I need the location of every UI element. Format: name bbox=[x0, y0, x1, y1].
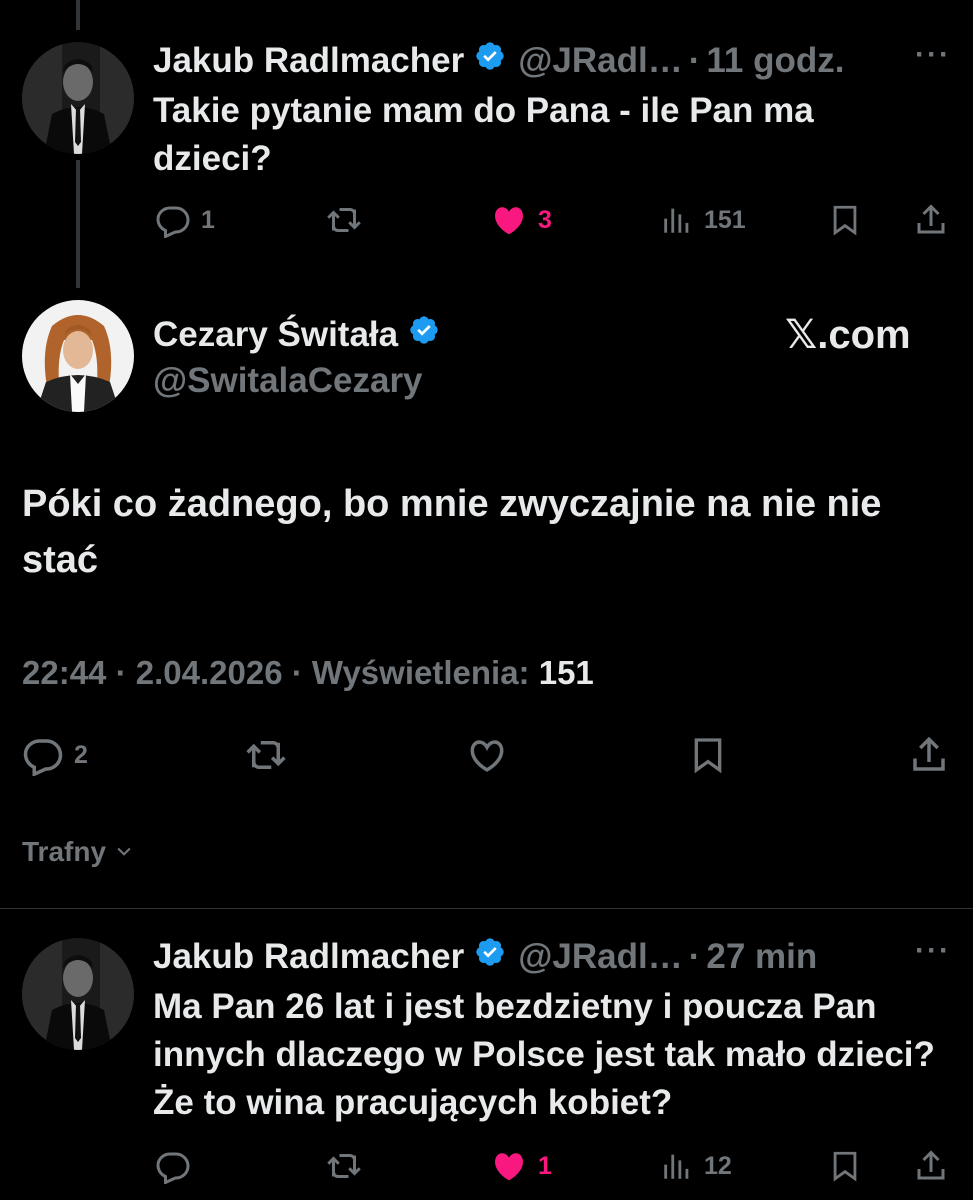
reply-icon bbox=[155, 1148, 191, 1184]
share-button[interactable] bbox=[913, 1148, 949, 1184]
repost-button[interactable] bbox=[325, 202, 363, 238]
views-count: 151 bbox=[538, 654, 594, 691]
author-name[interactable]: Cezary Świtała bbox=[153, 315, 398, 355]
verified-badge-icon bbox=[408, 314, 440, 355]
divider bbox=[0, 908, 973, 909]
views-button[interactable]: 151 bbox=[660, 202, 746, 238]
tweet1-actions: 1 3 151 bbox=[0, 200, 973, 244]
like-button[interactable] bbox=[465, 734, 509, 776]
like-button[interactable]: 1 bbox=[490, 1148, 552, 1184]
reply-count: 1 bbox=[201, 205, 215, 234]
heart-filled-icon bbox=[490, 202, 528, 238]
tweet1-header: Jakub Radlmacher @JRadl… · 11 godz. bbox=[153, 40, 844, 81]
repost-button[interactable] bbox=[325, 1148, 363, 1184]
tweet2-header: Jakub Radlmacher @JRadl… · 27 min bbox=[153, 936, 817, 977]
avatar-jakub[interactable] bbox=[22, 938, 134, 1050]
reply-button[interactable]: 1 bbox=[155, 202, 215, 238]
views-button[interactable]: 12 bbox=[660, 1148, 732, 1184]
bookmark-icon bbox=[688, 734, 728, 776]
more-options-icon[interactable]: ··· bbox=[915, 38, 951, 72]
verified-badge-icon bbox=[474, 40, 506, 81]
bookmark-icon bbox=[828, 1148, 862, 1184]
repost-icon bbox=[325, 202, 363, 238]
author-handle[interactable]: @JRadl… bbox=[518, 41, 682, 81]
share-icon bbox=[913, 202, 949, 238]
more-options-icon[interactable]: ··· bbox=[915, 934, 951, 968]
views-icon bbox=[660, 1148, 694, 1184]
avatar-jakub[interactable] bbox=[22, 42, 134, 154]
views-count: 12 bbox=[704, 1151, 732, 1180]
tweet-meta: 22:44 · 2.04.2026 · Wyświetlenia: 151 bbox=[22, 654, 594, 692]
separator-dot: · bbox=[291, 654, 303, 691]
separator-dot: · bbox=[688, 40, 701, 80]
bookmark-icon bbox=[828, 202, 862, 238]
share-icon bbox=[913, 1148, 949, 1184]
author-handle[interactable]: @JRadl… bbox=[518, 937, 682, 977]
like-count: 3 bbox=[538, 205, 552, 234]
heart-filled-icon bbox=[490, 1148, 528, 1184]
author-name[interactable]: Jakub Radlmacher bbox=[153, 41, 464, 81]
like-count: 1 bbox=[538, 1151, 552, 1180]
share-icon bbox=[908, 734, 950, 776]
tweet-time[interactable]: 22:44 bbox=[22, 654, 106, 691]
avatar-cezary[interactable] bbox=[22, 300, 134, 412]
heart-outline-icon bbox=[465, 734, 509, 776]
author-handle[interactable]: @SwitalaCezary bbox=[153, 361, 423, 401]
views-count: 151 bbox=[704, 205, 746, 234]
tweet2-text: Ma Pan 26 lat i jest bezdzietny i poucza… bbox=[153, 987, 935, 1122]
views-label: Wyświetlenia: bbox=[311, 654, 530, 691]
bookmark-button[interactable] bbox=[688, 734, 728, 776]
repost-icon bbox=[325, 1148, 363, 1184]
reply-count: 2 bbox=[74, 740, 88, 769]
tweet-date[interactable]: 2.04.2026 bbox=[136, 654, 283, 691]
x-com-watermark: 𝕏.com bbox=[785, 313, 911, 357]
separator-dot: · bbox=[688, 936, 701, 976]
share-button[interactable] bbox=[908, 734, 950, 776]
main-tweet-header: Cezary Świtała bbox=[153, 314, 452, 355]
tweet2-actions: 1 12 bbox=[0, 1148, 973, 1192]
replies-sort-dropdown[interactable]: Trafny bbox=[22, 836, 134, 868]
tweet-time[interactable]: 27 min bbox=[706, 937, 817, 977]
repost-icon bbox=[244, 734, 288, 776]
tweet-time[interactable]: 11 godz. bbox=[706, 41, 844, 81]
reply-icon bbox=[22, 734, 64, 776]
like-button[interactable]: 3 bbox=[490, 202, 552, 238]
repost-button[interactable] bbox=[244, 734, 288, 776]
bookmark-button[interactable] bbox=[828, 202, 862, 238]
verified-badge-icon bbox=[474, 936, 506, 977]
author-name[interactable]: Jakub Radlmacher bbox=[153, 937, 464, 977]
thread-line-top bbox=[76, 0, 80, 30]
main-tweet-text: Póki co żadnego, bo mnie zwyczajnie na n… bbox=[22, 483, 882, 581]
share-button[interactable] bbox=[913, 202, 949, 238]
reply-button[interactable]: 2 bbox=[22, 734, 88, 776]
tweet1-text: Takie pytanie mam do Pana - ile Pan ma d… bbox=[153, 91, 814, 178]
views-icon bbox=[660, 202, 694, 238]
chevron-down-icon bbox=[114, 836, 134, 868]
reply-button[interactable] bbox=[155, 1148, 191, 1184]
reply-icon bbox=[155, 202, 191, 238]
sort-label: Trafny bbox=[22, 836, 107, 867]
bookmark-button[interactable] bbox=[828, 1148, 862, 1184]
separator-dot: · bbox=[115, 654, 127, 691]
main-tweet-actions: 2 bbox=[0, 734, 973, 778]
